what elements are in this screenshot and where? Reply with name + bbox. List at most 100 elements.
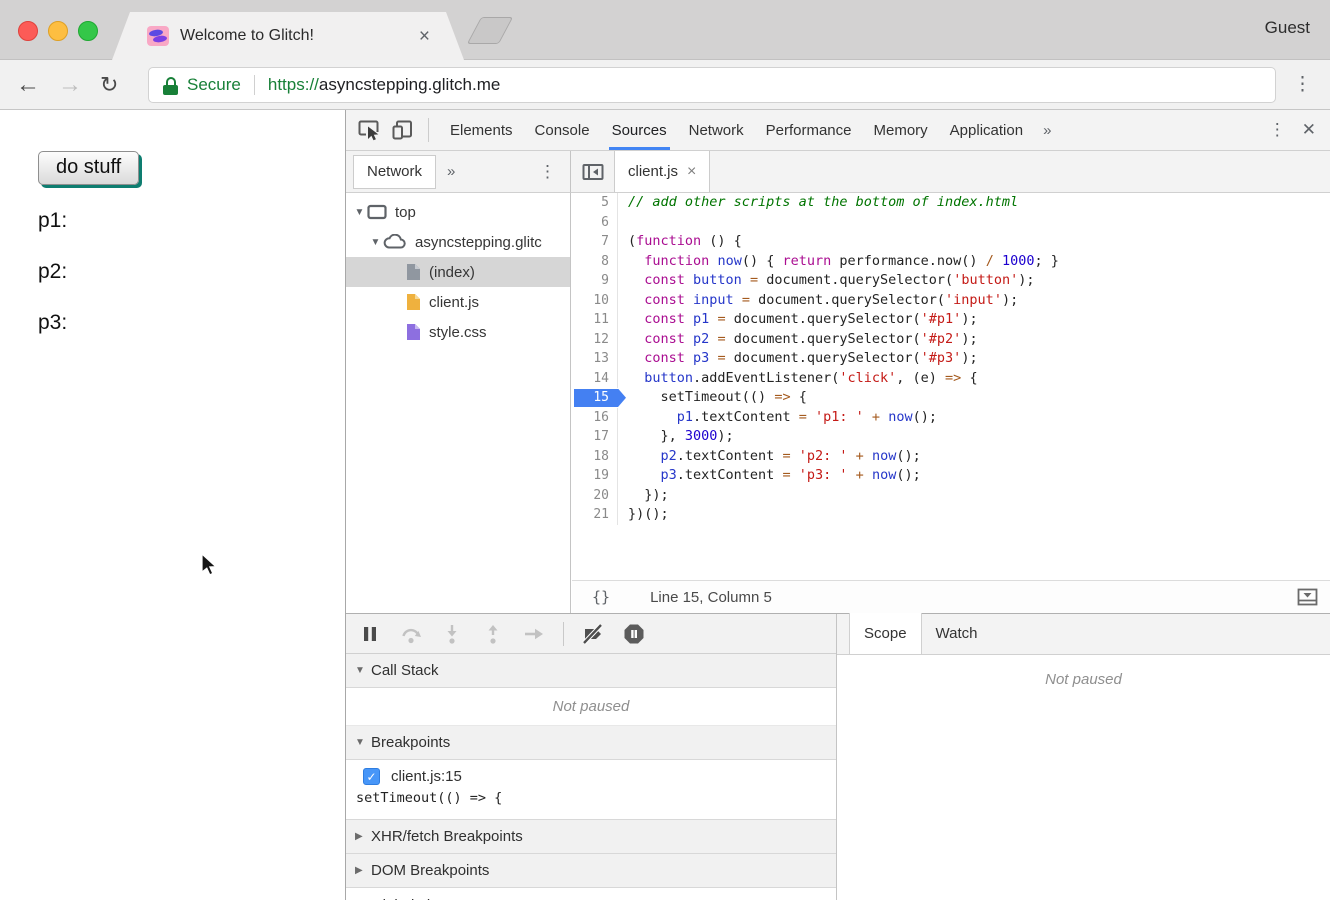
- browser-tab[interactable]: Welcome to Glitch! ×: [112, 12, 464, 60]
- more-tabs-icon[interactable]: »: [1034, 122, 1060, 139]
- tab-elements[interactable]: Elements: [439, 110, 524, 150]
- line-number[interactable]: 5: [572, 193, 618, 213]
- back-button[interactable]: ←: [16, 60, 40, 109]
- tab-watch[interactable]: Watch: [922, 613, 992, 654]
- collapse-icon[interactable]: ▼: [355, 737, 371, 748]
- pause-script-button[interactable]: [358, 622, 382, 646]
- expander-icon[interactable]: ▼: [352, 207, 367, 218]
- tab-network[interactable]: Network: [678, 110, 755, 150]
- code-line-10[interactable]: 10 const input = document.querySelector(…: [572, 291, 1330, 311]
- navigator-menu-icon[interactable]: ⋮: [539, 162, 556, 182]
- code-line-15[interactable]: 15 setTimeout(() => {: [572, 388, 1330, 408]
- debugger-toolbar-separator: [563, 622, 564, 646]
- tab-memory[interactable]: Memory: [863, 110, 939, 150]
- code-line-11[interactable]: 11 const p1 = document.querySelector('#p…: [572, 310, 1330, 330]
- debugger-toolbar: [346, 614, 836, 654]
- tree-item-client-js[interactable]: client.js: [346, 287, 570, 317]
- code-line-18[interactable]: 18 p2.textContent = 'p2: ' + now();: [572, 447, 1330, 467]
- code-line-20[interactable]: 20 });: [572, 486, 1330, 506]
- new-tab-button[interactable]: [467, 17, 513, 44]
- step-button[interactable]: [522, 622, 546, 646]
- section-breakpoints[interactable]: ▼ Breakpoints: [346, 726, 836, 760]
- paragraph-p2: p2:: [38, 260, 67, 284]
- line-number[interactable]: 6: [572, 213, 618, 233]
- line-number[interactable]: 21: [572, 505, 618, 525]
- expand-icon[interactable]: ▶: [355, 865, 371, 876]
- expander-icon[interactable]: ▼: [368, 237, 383, 248]
- mouse-cursor: [199, 553, 221, 578]
- line-number[interactable]: 10: [572, 291, 618, 311]
- tree-item-style-css[interactable]: style.css: [346, 317, 570, 347]
- section-call-stack[interactable]: ▼ Call Stack: [346, 654, 836, 688]
- do-stuff-button[interactable]: do stuff: [38, 151, 139, 185]
- step-into-button[interactable]: [440, 622, 464, 646]
- inspect-element-icon[interactable]: [356, 117, 382, 143]
- devtools-panel: ElementsConsoleSourcesNetworkPerformance…: [345, 110, 1330, 900]
- breakpoint-checkbox[interactable]: ✓: [363, 768, 380, 785]
- code-line-12[interactable]: 12 const p2 = document.querySelector('#p…: [572, 330, 1330, 350]
- deactivate-breakpoints-button[interactable]: [581, 622, 605, 646]
- line-number[interactable]: 7: [572, 232, 618, 252]
- editor-tab-clientjs[interactable]: client.js ×: [614, 151, 710, 192]
- close-window-button[interactable]: [18, 21, 38, 41]
- expand-icon[interactable]: ▶: [355, 831, 371, 842]
- code-line-16[interactable]: 16 p1.textContent = 'p1: ' + now();: [572, 408, 1330, 428]
- hide-navigator-icon[interactable]: [582, 163, 604, 181]
- reload-button[interactable]: ↻: [100, 60, 118, 109]
- step-over-button[interactable]: [399, 622, 423, 646]
- section-dom-breakpoints[interactable]: ▶ DOM Breakpoints: [346, 854, 836, 888]
- panel-toggle-icon[interactable]: [1297, 588, 1318, 606]
- tab-scope[interactable]: Scope: [849, 613, 922, 654]
- line-number[interactable]: 8: [572, 252, 618, 272]
- line-number[interactable]: 16: [572, 408, 618, 428]
- step-out-button[interactable]: [481, 622, 505, 646]
- code-line-14[interactable]: 14 button.addEventListener('click', (e) …: [572, 369, 1330, 389]
- code-line-21[interactable]: 21})();: [572, 505, 1330, 525]
- doc-yellow-icon: [406, 293, 421, 311]
- code-editor[interactable]: 5// add other scripts at the bottom of i…: [572, 193, 1330, 580]
- line-number[interactable]: 13: [572, 349, 618, 369]
- code-line-17[interactable]: 17 }, 3000);: [572, 427, 1330, 447]
- devtools-menu-icon[interactable]: ⋮: [1263, 120, 1292, 140]
- zoom-window-button[interactable]: [78, 21, 98, 41]
- breakpoint-entry[interactable]: ✓ client.js:15 setTimeout(() => {: [346, 760, 836, 820]
- pause-on-exceptions-button[interactable]: [622, 622, 646, 646]
- code-line-5[interactable]: 5// add other scripts at the bottom of i…: [572, 193, 1330, 213]
- code-text: (function () {: [618, 232, 742, 252]
- tab-close-icon[interactable]: ×: [419, 27, 430, 46]
- line-number[interactable]: 14: [572, 369, 618, 389]
- line-number[interactable]: 11: [572, 310, 618, 330]
- code-line-9[interactable]: 9 const button = document.querySelector(…: [572, 271, 1330, 291]
- tab-performance[interactable]: Performance: [755, 110, 863, 150]
- code-line-7[interactable]: 7(function () {: [572, 232, 1330, 252]
- editor-tab-close-icon[interactable]: ×: [687, 163, 696, 181]
- code-line-8[interactable]: 8 function now() { return performance.no…: [572, 252, 1330, 272]
- line-number[interactable]: 20: [572, 486, 618, 506]
- navigator-more-tabs-icon[interactable]: »: [447, 163, 455, 180]
- minimize-window-button[interactable]: [48, 21, 68, 41]
- code-line-19[interactable]: 19 p3.textContent = 'p3: ' + now();: [572, 466, 1330, 486]
- section-global-listeners[interactable]: ▶ Global Listeners: [346, 888, 836, 900]
- code-line-6[interactable]: 6: [572, 213, 1330, 233]
- tree-item--index-[interactable]: (index): [346, 257, 570, 287]
- tree-item-asyncstepping-glitc[interactable]: ▼asyncstepping.glitc: [346, 227, 570, 257]
- line-number[interactable]: 18: [572, 447, 618, 467]
- section-xhr-breakpoints[interactable]: ▶ XHR/fetch Breakpoints: [346, 820, 836, 854]
- tree-item-top[interactable]: ▼top: [346, 197, 570, 227]
- line-number[interactable]: 17: [572, 427, 618, 447]
- collapse-icon[interactable]: ▼: [355, 665, 371, 676]
- line-number[interactable]: 19: [572, 466, 618, 486]
- code-line-13[interactable]: 13 const p3 = document.querySelector('#p…: [572, 349, 1330, 369]
- devtools-close-icon[interactable]: ✕: [1292, 120, 1330, 140]
- navigator-tab-network[interactable]: Network: [353, 155, 436, 189]
- pretty-print-icon[interactable]: {}: [592, 588, 610, 606]
- tab-application[interactable]: Application: [939, 110, 1034, 150]
- breakpoint-badge[interactable]: 15: [572, 388, 618, 408]
- line-number[interactable]: 12: [572, 330, 618, 350]
- tab-sources[interactable]: Sources: [601, 110, 678, 150]
- device-toolbar-icon[interactable]: [390, 117, 416, 143]
- address-bar[interactable]: Secure https://asyncstepping.glitch.me: [148, 67, 1276, 103]
- browser-menu-icon[interactable]: ⋮: [1293, 60, 1312, 109]
- tab-console[interactable]: Console: [524, 110, 601, 150]
- line-number[interactable]: 9: [572, 271, 618, 291]
